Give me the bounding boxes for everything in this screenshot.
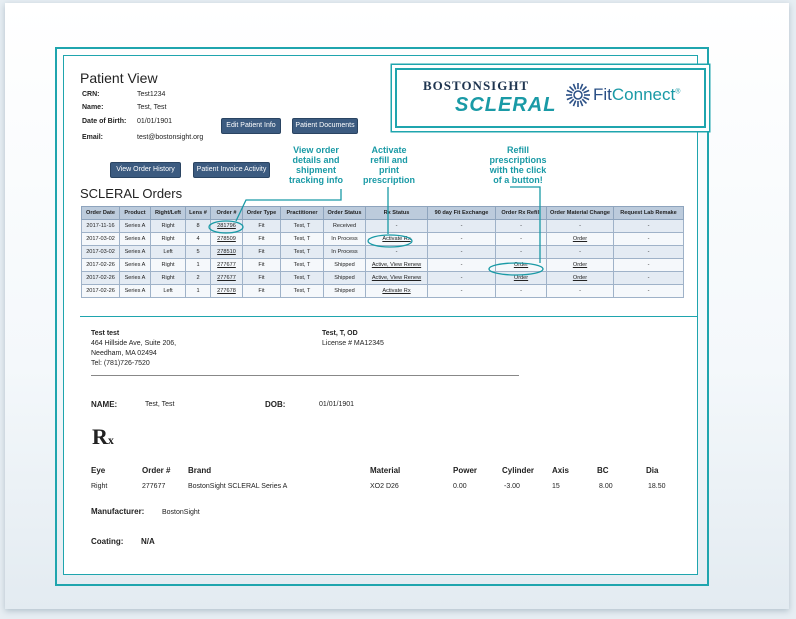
annotation-overlay — [208, 186, 544, 276]
address-line-1: 464 Hillside Ave, Suite 206, — [91, 340, 177, 347]
rx-symbol-icon: Rx — [92, 424, 114, 450]
rx-col-eye: Eye — [91, 466, 106, 475]
pointer-line-order — [235, 189, 342, 222]
rx-col-cylinder: Cylinder — [502, 466, 535, 475]
rx-val-order: 277677 — [142, 483, 166, 490]
rx-symbol-x-icon: x — [107, 433, 114, 447]
rx-val-dia: 18.50 — [648, 483, 666, 490]
rx-val-bc: 8.00 — [599, 483, 613, 490]
highlight-oval-activate-rx — [367, 234, 413, 248]
rx-val-eye: Right — [91, 483, 108, 490]
rx-name-value: Test, Test — [145, 401, 175, 408]
prescription-address-block: Test test 464 Hillside Ave, Suite 206, N… — [91, 329, 176, 369]
doctor-name: Test, T, OD — [322, 330, 358, 337]
license-number: License # MA12345 — [322, 340, 384, 347]
patient-name-header: Test test — [91, 330, 120, 337]
coating-value: N/A — [141, 537, 155, 546]
rx-name-label: NAME: — [91, 400, 118, 409]
rx-val-power: 0.00 — [453, 483, 467, 490]
rx-val-brand: BostonSight SCLERAL Series A — [188, 483, 288, 490]
coating-label: Coating: — [91, 537, 124, 546]
rx-col-brand: Brand — [188, 466, 212, 475]
rx-dob-label: DOB: — [265, 400, 286, 409]
rx-col-power: Power — [453, 466, 478, 475]
rx-val-axis: 15 — [552, 483, 560, 490]
rx-val-material: XO2 D26 — [370, 483, 399, 490]
section-divider — [80, 316, 697, 317]
doctor-block: Test, T, OD License # MA12345 — [322, 329, 384, 349]
phone-line: Tel: (781)726-7520 — [91, 360, 150, 367]
rx-col-axis: Axis — [552, 466, 569, 475]
manufacturer-value: BostonSight — [162, 509, 200, 516]
rx-dob-value: 01/01/1901 — [319, 401, 355, 408]
rx-symbol-r: R — [92, 424, 108, 449]
highlight-oval-order-number — [208, 220, 244, 234]
manufacturer-label: Manufacturer: — [91, 507, 145, 516]
rx-col-dia: Dia — [646, 466, 659, 475]
pointer-line-refill — [510, 186, 541, 263]
address-line-2: Needham, MA 02494 — [91, 350, 157, 357]
rx-details: Eye Order # Brand Material Power Cylinde… — [91, 466, 691, 496]
rx-col-order: Order # — [142, 466, 171, 475]
highlight-oval-order-refill — [488, 262, 544, 276]
rx-col-material: Material — [370, 466, 401, 475]
rx-col-bc: BC — [597, 466, 609, 475]
rx-val-cylinder: -3.00 — [504, 483, 520, 490]
address-divider — [91, 375, 519, 376]
